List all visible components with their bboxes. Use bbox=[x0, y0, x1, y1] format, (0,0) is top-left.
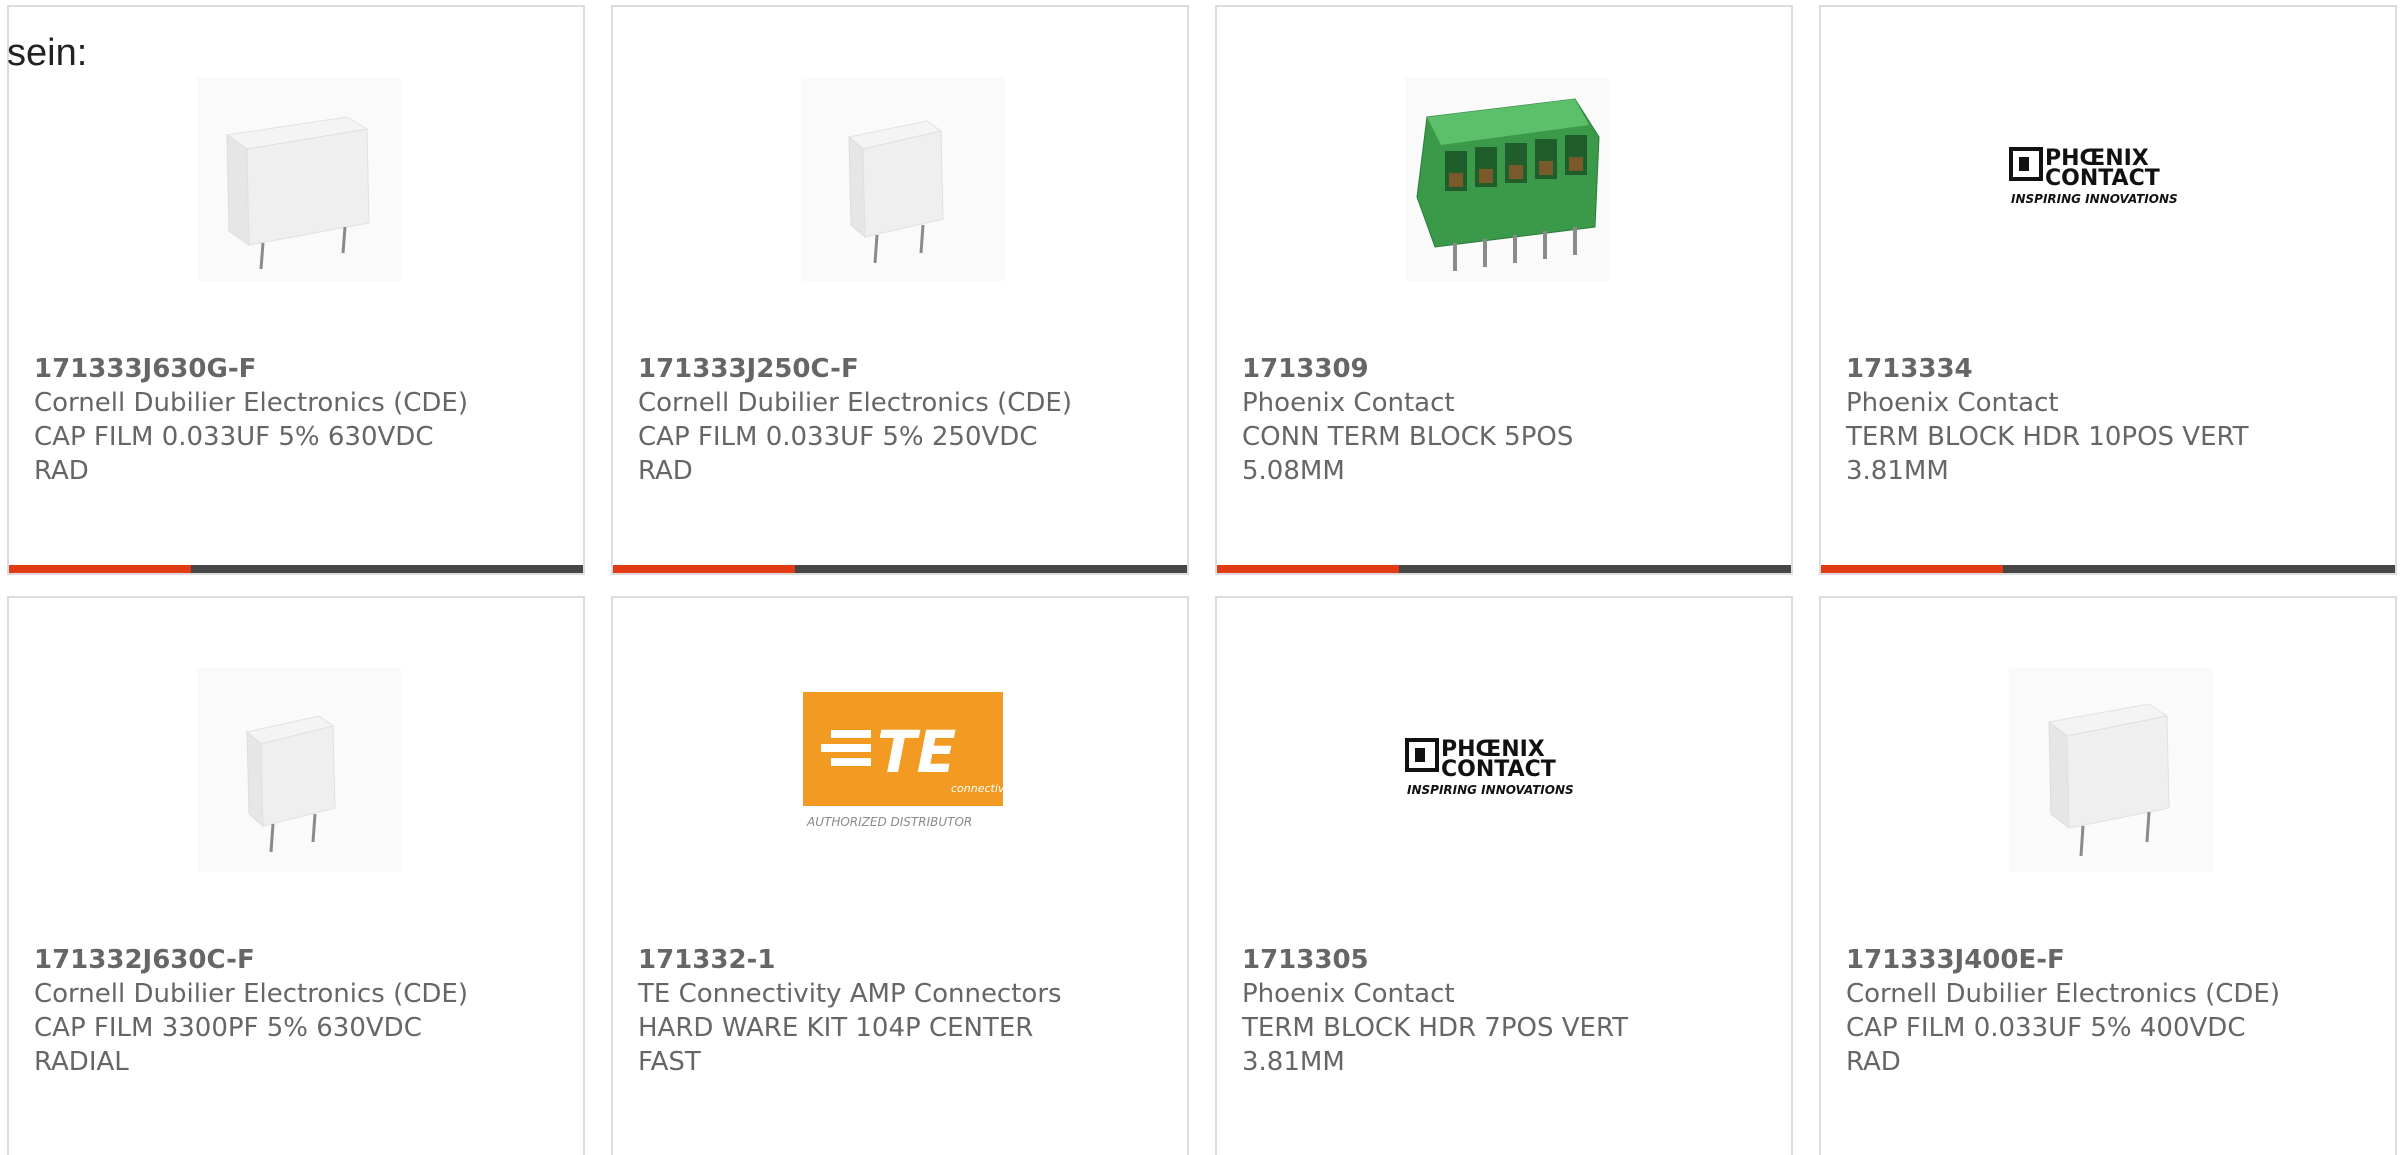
manufacturer: Cornell Dubilier Electronics (CDE) bbox=[34, 388, 468, 418]
part-number[interactable]: 171333J250C-F bbox=[638, 352, 1167, 386]
svg-text:TE: TE bbox=[877, 718, 956, 786]
part-number[interactable]: 1713334 bbox=[1846, 352, 2375, 386]
film-capacitor-image bbox=[197, 77, 401, 281]
manufacturer: TE Connectivity AMP Connectors bbox=[638, 979, 1062, 1009]
product-card[interactable]: 171333J400E-F Cornell Dubilier Electroni… bbox=[1819, 596, 2397, 1155]
manufacturer: Cornell Dubilier Electronics (CDE) bbox=[638, 388, 1072, 418]
description-line1: TERM BLOCK HDR 10POS VERT bbox=[1846, 422, 2249, 452]
film-capacitor-image bbox=[197, 668, 401, 872]
product-card[interactable]: 171332J630C-F Cornell Dubilier Electroni… bbox=[7, 596, 585, 1155]
svg-text:INSPIRING INNOVATIONS: INSPIRING INNOVATIONS bbox=[2011, 192, 2178, 206]
part-number[interactable]: 1713305 bbox=[1242, 943, 1771, 977]
description-line2: RADIAL bbox=[34, 1047, 129, 1077]
film-capacitor-image bbox=[2009, 668, 2213, 872]
te-connectivity-logo: TE connectivity AUTHORIZED DISTRIBUTOR bbox=[801, 668, 1005, 872]
phoenix-contact-logo: PHŒNIX CONTACT INSPIRING INNOVATIONS bbox=[2009, 77, 2213, 281]
part-number[interactable]: 171333J630G-F bbox=[34, 352, 563, 386]
product-grid-page: sein: 171333J630G-F Cornell Dubilier Ele… bbox=[0, 0, 2400, 1155]
description-line1: HARD WARE KIT 104P CENTER bbox=[638, 1013, 1034, 1043]
card-accent-bar bbox=[613, 565, 795, 573]
part-number[interactable]: 171332J630C-F bbox=[34, 943, 563, 977]
part-number[interactable]: 171333J400E-F bbox=[1846, 943, 2375, 977]
description-line2: 3.81MM bbox=[1846, 456, 1949, 486]
description-line2: RAD bbox=[638, 456, 693, 486]
card-footer-bar bbox=[1217, 565, 1791, 573]
card-accent-bar bbox=[1217, 565, 1399, 573]
svg-text:AUTHORIZED DISTRIBUTOR: AUTHORIZED DISTRIBUTOR bbox=[806, 815, 972, 829]
description-line1: CAP FILM 0.033UF 5% 630VDC bbox=[34, 422, 434, 452]
product-info: 171333J400E-F Cornell Dubilier Electroni… bbox=[1846, 943, 2375, 1079]
card-accent-bar bbox=[9, 565, 191, 573]
manufacturer: Cornell Dubilier Electronics (CDE) bbox=[1846, 979, 2280, 1009]
description-line2: RAD bbox=[34, 456, 89, 486]
description-line1: TERM BLOCK HDR 7POS VERT bbox=[1242, 1013, 1629, 1043]
svg-text:connectivity: connectivity bbox=[951, 782, 1005, 795]
product-info: 171333J630G-F Cornell Dubilier Electroni… bbox=[34, 352, 563, 488]
manufacturer: Phoenix Contact bbox=[1846, 388, 2059, 418]
description-line1: CAP FILM 0.033UF 5% 250VDC bbox=[638, 422, 1038, 452]
svg-text:CONTACT: CONTACT bbox=[1441, 757, 1556, 782]
part-number[interactable]: 1713309 bbox=[1242, 352, 1771, 386]
product-info: 171333J250C-F Cornell Dubilier Electroni… bbox=[638, 352, 1167, 488]
description-line1: CONN TERM BLOCK 5POS bbox=[1242, 422, 1574, 452]
description-line2: 5.08MM bbox=[1242, 456, 1345, 486]
svg-text:CONTACT: CONTACT bbox=[2045, 166, 2160, 191]
product-card[interactable]: PHŒNIX CONTACT INSPIRING INNOVATIONS 171… bbox=[1215, 596, 1793, 1155]
manufacturer: Cornell Dubilier Electronics (CDE) bbox=[34, 979, 468, 1009]
product-card[interactable]: 171333J250C-F Cornell Dubilier Electroni… bbox=[611, 5, 1189, 575]
terminal-block-image bbox=[1405, 77, 1609, 281]
card-footer-bar bbox=[1821, 565, 2395, 573]
svg-text:INSPIRING INNOVATIONS: INSPIRING INNOVATIONS bbox=[1407, 783, 1574, 797]
description-line2: RAD bbox=[1846, 1047, 1901, 1077]
description-line2: 3.81MM bbox=[1242, 1047, 1345, 1077]
part-number[interactable]: 171332-1 bbox=[638, 943, 1167, 977]
card-footer-bar bbox=[613, 565, 1187, 573]
product-info: 1713309 Phoenix Contact CONN TERM BLOCK … bbox=[1242, 352, 1771, 488]
film-capacitor-image bbox=[801, 77, 1005, 281]
card-accent-bar bbox=[1821, 565, 2003, 573]
product-info: 171332J630C-F Cornell Dubilier Electroni… bbox=[34, 943, 563, 1079]
product-card[interactable]: 1713309 Phoenix Contact CONN TERM BLOCK … bbox=[1215, 5, 1793, 575]
product-card[interactable]: TE connectivity AUTHORIZED DISTRIBUTOR 1… bbox=[611, 596, 1189, 1155]
description-line2: FAST bbox=[638, 1047, 701, 1077]
card-footer-bar bbox=[9, 565, 583, 573]
product-info: 1713305 Phoenix Contact TERM BLOCK HDR 7… bbox=[1242, 943, 1771, 1079]
product-info: 171332-1 TE Connectivity AMP Connectors … bbox=[638, 943, 1167, 1079]
description-line1: CAP FILM 0.033UF 5% 400VDC bbox=[1846, 1013, 2246, 1043]
page-heading: sein: bbox=[7, 32, 88, 74]
manufacturer: Phoenix Contact bbox=[1242, 979, 1455, 1009]
product-card[interactable]: PHŒNIX CONTACT INSPIRING INNOVATIONS 171… bbox=[1819, 5, 2397, 575]
phoenix-contact-logo: PHŒNIX CONTACT INSPIRING INNOVATIONS bbox=[1405, 668, 1609, 872]
product-card[interactable]: 171333J630G-F Cornell Dubilier Electroni… bbox=[7, 5, 585, 575]
description-line1: CAP FILM 3300PF 5% 630VDC bbox=[34, 1013, 422, 1043]
product-info: 1713334 Phoenix Contact TERM BLOCK HDR 1… bbox=[1846, 352, 2375, 488]
manufacturer: Phoenix Contact bbox=[1242, 388, 1455, 418]
